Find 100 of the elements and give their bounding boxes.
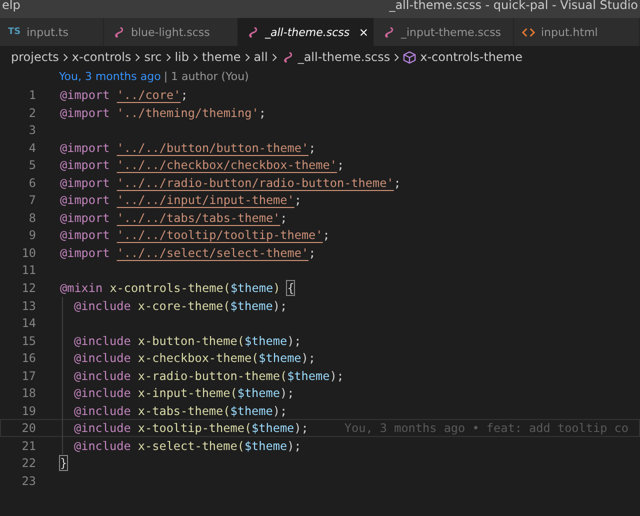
import-path-link[interactable]: '../../tooltip/tooltip-theme' <box>116 228 323 242</box>
line-number: 15 <box>20 332 36 348</box>
chevron-right-icon <box>272 52 277 62</box>
code-variable: $theme <box>230 298 273 313</box>
editor-tab[interactable]: TS input.ts <box>0 18 104 46</box>
close-icon[interactable] <box>360 28 367 36</box>
line-number: 9 <box>28 227 36 243</box>
code-punctuation: ); <box>272 404 288 418</box>
codelens-authors: | 1 author (You) <box>164 70 249 83</box>
code-keyword: @include <box>74 421 131 436</box>
code-identifier: x-tooltip-theme( <box>138 421 252 436</box>
code-variable: $theme <box>287 368 330 383</box>
code-variable: $theme <box>244 438 288 453</box>
code-keyword: @include <box>74 334 131 348</box>
chevron-right-icon <box>193 52 198 62</box>
breadcrumb-item[interactable]: x-controls-theme <box>420 50 522 64</box>
line-number: 8 <box>28 210 36 226</box>
code-punctuation: ; <box>180 88 188 102</box>
breadcrumb-item[interactable]: src <box>144 50 162 64</box>
code-identifier: x-radio-button-theme( <box>138 368 288 383</box>
editor-tab[interactable]: _all-theme.scss <box>238 18 374 46</box>
line-number: 17 <box>20 368 36 384</box>
import-path-link[interactable]: '../core' <box>116 88 181 102</box>
sass-file-icon <box>246 26 259 38</box>
breadcrumb-item[interactable]: all <box>254 50 268 64</box>
code-punctuation: ; <box>308 140 316 155</box>
matched-bracket: { <box>287 281 294 296</box>
code-identifier: x-input-theme( <box>138 386 238 400</box>
line-number: 22 <box>20 455 36 472</box>
import-path-link[interactable]: '../../input/input-theme' <box>116 193 294 208</box>
code-keyword: @include <box>74 298 131 313</box>
line-number: 10 <box>20 244 36 260</box>
breadcrumb-item[interactable]: theme <box>202 50 241 64</box>
typescript-file-icon: TS <box>8 27 21 37</box>
code-punctuation: ; <box>394 176 401 190</box>
code-identifier: x-tabs-theme( <box>138 404 230 418</box>
cube-icon <box>403 50 416 64</box>
code-keyword: @import <box>60 106 110 120</box>
line-number: 23 <box>20 473 36 489</box>
line-number: 12 <box>20 280 36 296</box>
code-variable: $theme <box>230 281 274 296</box>
code-identifier: x-controls-theme( <box>110 281 230 296</box>
chevron-right-icon <box>135 52 140 62</box>
code-keyword: @import <box>60 210 110 225</box>
code-keyword: @import <box>60 228 110 242</box>
code-keyword: @mixin <box>60 281 103 296</box>
code-variable: $theme <box>230 404 273 418</box>
editor-tab[interactable]: _input-theme.scss <box>374 18 514 46</box>
window-title: _all-theme.scss - quick-pal - Visual Studio <box>389 0 639 10</box>
sass-file-icon <box>112 26 125 38</box>
code-keyword: @import <box>60 193 110 208</box>
code-variable: $theme <box>237 386 280 400</box>
chevron-right-icon <box>62 52 68 62</box>
code-keyword: @import <box>60 88 110 102</box>
line-number: 6 <box>28 174 36 190</box>
breadcrumb-item[interactable]: _all-theme.scss <box>298 50 390 64</box>
code-keyword: @include <box>74 368 131 383</box>
code-keyword: @import <box>60 158 110 172</box>
code-punctuation: ); <box>280 386 294 400</box>
sass-file-icon <box>382 26 395 38</box>
chevron-right-icon <box>394 52 400 62</box>
import-path-link[interactable]: '../../select/select-theme' <box>116 246 309 260</box>
code-punctuation: ); <box>294 421 308 436</box>
code-keyword: @include <box>74 351 131 366</box>
code-keyword: @import <box>60 140 110 155</box>
code-string: '../theming/theming' <box>116 106 259 120</box>
breadcrumb-item[interactable]: projects <box>11 50 59 64</box>
code-punctuation: ; <box>258 106 266 120</box>
code-punctuation: ); <box>330 368 344 383</box>
import-path-link[interactable]: '../../checkbox/checkbox-theme' <box>116 158 337 172</box>
import-path-link[interactable]: '../../button/button-theme' <box>116 140 309 155</box>
import-path-link[interactable]: '../../radio-button/radio-button-theme' <box>116 176 394 190</box>
chevron-right-icon <box>244 52 250 62</box>
line-number: 16 <box>20 350 36 366</box>
code-variable: $theme <box>258 351 302 366</box>
code-identifier: x-core-theme( <box>138 298 230 313</box>
code-punctuation: ; <box>280 210 288 225</box>
code-keyword: @import <box>60 176 110 190</box>
chevron-right-icon <box>166 52 171 62</box>
line-number: 20 <box>20 420 36 436</box>
line-number: 14 <box>20 315 36 331</box>
code-identifier: x-select-theme( <box>138 438 244 453</box>
code-punctuation: ; <box>308 246 316 260</box>
help-menu[interactable]: elp <box>0 0 20 10</box>
line-number: 18 <box>20 385 36 401</box>
import-path-link[interactable]: '../../tabs/tabs-theme' <box>116 210 280 225</box>
editor-tab[interactable]: input.html <box>514 18 640 46</box>
line-number: 5 <box>28 157 36 173</box>
code-punctuation: ); <box>272 298 288 313</box>
code-punctuation: ; <box>294 193 302 208</box>
line-number: 1 <box>28 87 36 103</box>
code-punctuation: ); <box>287 438 302 453</box>
breadcrumb-item[interactable]: x-controls <box>72 50 132 64</box>
line-number: 11 <box>20 262 36 278</box>
line-number: 21 <box>20 438 36 454</box>
line-number: 19 <box>20 402 36 418</box>
breadcrumb-item[interactable]: lib <box>174 50 190 64</box>
codelens-blame-link[interactable]: You, 3 months ago <box>59 70 161 83</box>
code-punctuation: ; <box>336 158 344 172</box>
editor-tab[interactable]: blue-light.scss <box>104 18 238 46</box>
